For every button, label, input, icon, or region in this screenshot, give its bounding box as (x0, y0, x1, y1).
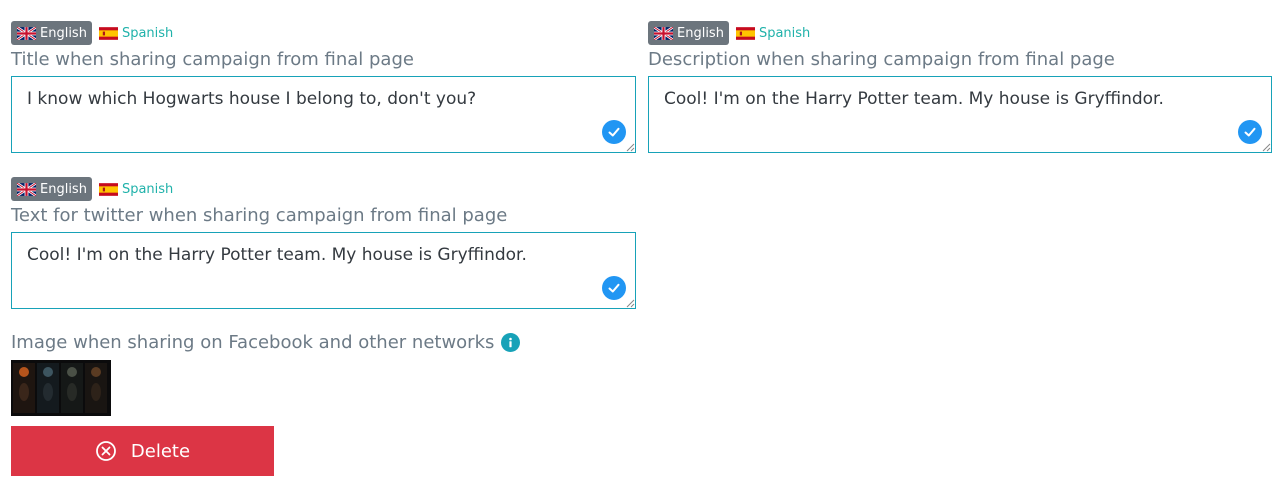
checkmark-icon (602, 120, 626, 144)
title-textarea[interactable]: I know which Hogwarts house I belong to,… (11, 76, 636, 153)
language-switcher: English Spanish (11, 177, 636, 201)
language-switcher: English Spanish (648, 21, 1272, 45)
twitter-textarea[interactable]: Cool! I'm on the Harry Potter team. My h… (11, 232, 636, 309)
description-textarea[interactable]: Cool! I'm on the Harry Potter team. My h… (648, 76, 1272, 153)
description-field: English Spanish Description when sharing… (648, 21, 1272, 153)
textarea-wrapper: Cool! I'm on the Harry Potter team. My h… (648, 76, 1272, 153)
lang-spanish-label: Spanish (758, 25, 811, 41)
lang-english-label: English (40, 25, 87, 41)
info-circle-icon[interactable] (501, 333, 521, 352)
lang-spanish-button[interactable]: Spanish (729, 21, 815, 45)
x-circle-icon (96, 441, 116, 461)
lang-spanish-button[interactable]: Spanish (92, 177, 178, 201)
checkmark-icon (602, 276, 626, 300)
textarea-wrapper: I know which Hogwarts house I belong to,… (11, 76, 636, 153)
field-label: Text for twitter when sharing campaign f… (11, 205, 508, 226)
delete-button-label: Delete (130, 440, 191, 462)
textarea-wrapper: Cool! I'm on the Harry Potter team. My h… (11, 232, 636, 309)
lang-english-button[interactable]: English (11, 177, 92, 201)
lang-english-label: English (40, 181, 87, 197)
resize-handle-icon[interactable] (1262, 143, 1271, 152)
image-section-label: Image when sharing on Facebook and other… (11, 332, 521, 353)
lang-spanish-label: Spanish (121, 25, 174, 41)
uk-flag-icon (654, 26, 673, 40)
image-label-text: Image when sharing on Facebook and other… (11, 332, 495, 353)
uk-flag-icon (17, 26, 36, 40)
field-label: Description when sharing campaign from f… (648, 49, 1115, 70)
lang-english-button[interactable]: English (11, 21, 92, 45)
delete-button[interactable]: Delete (11, 426, 274, 476)
lang-spanish-button[interactable]: Spanish (92, 21, 178, 45)
title-field: English Spanish Title when sharing campa… (11, 21, 636, 153)
language-switcher: English Spanish (11, 21, 636, 45)
lang-english-label: English (677, 25, 724, 41)
resize-handle-icon[interactable] (626, 143, 635, 152)
spain-flag-icon (735, 26, 755, 40)
lang-english-button[interactable]: English (648, 21, 729, 45)
share-image-thumbnail (11, 360, 111, 416)
lang-spanish-label: Spanish (121, 181, 174, 197)
uk-flag-icon (17, 182, 36, 196)
resize-handle-icon[interactable] (626, 299, 635, 308)
spain-flag-icon (98, 182, 118, 196)
twitter-text-field: English Spanish Text for twitter when sh… (11, 177, 636, 309)
spain-flag-icon (98, 26, 118, 40)
checkmark-icon (1238, 120, 1262, 144)
field-label: Title when sharing campaign from final p… (11, 49, 414, 70)
